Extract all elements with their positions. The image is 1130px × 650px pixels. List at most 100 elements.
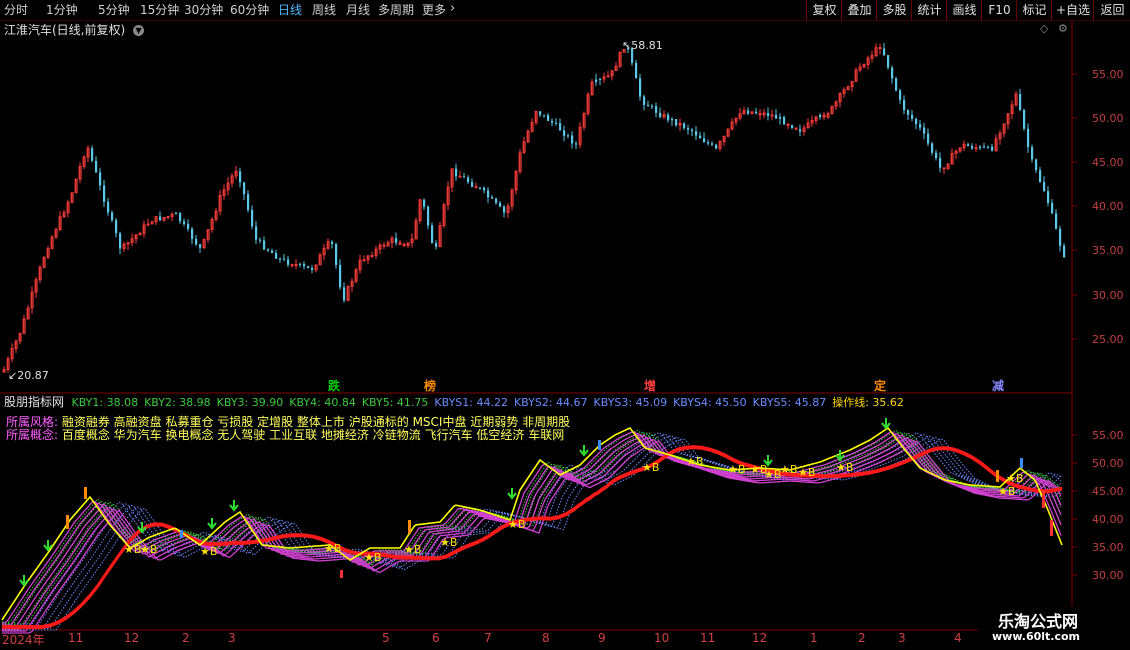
candle-body (95, 160, 98, 173)
x-tick: 11 (700, 631, 716, 645)
candle-body (107, 201, 110, 213)
candle-body (479, 187, 482, 189)
high-price-label: ↖58.81 (622, 39, 663, 52)
candle-body (747, 110, 750, 114)
indicator-header: 股朋指标网 KBY1: 38.08 KBY2: 38.98 KBY3: 39.90 K… (0, 394, 910, 410)
candle-body (711, 143, 714, 145)
y-tick: 55.00 (1092, 68, 1124, 81)
candle-body (271, 250, 274, 253)
candle-body (939, 158, 942, 168)
volume-bar (180, 530, 183, 538)
candle-body (695, 131, 698, 136)
candle-body (467, 177, 470, 183)
candle-body (395, 238, 398, 243)
candle-body (691, 129, 694, 132)
candle-body (659, 112, 662, 118)
buy-mark: ★B (798, 466, 816, 479)
candle-body (923, 127, 926, 134)
candle-body (287, 259, 290, 265)
candle-body (571, 135, 574, 144)
candle-body (703, 138, 706, 143)
candle-body (303, 263, 306, 267)
indicator-value: KBYS3: 45.09 (593, 396, 668, 409)
candle-body (311, 267, 314, 270)
y-tick: 35.00 (1092, 244, 1124, 257)
candle-body (567, 135, 570, 137)
indicator-y-tick: 45.00 (1092, 485, 1124, 498)
x-tick: 1 (810, 631, 818, 645)
candle-body (491, 197, 494, 199)
candle-body (119, 233, 122, 249)
candle-body (707, 142, 710, 144)
y-tick: 45.00 (1092, 156, 1124, 169)
candle-body (1023, 109, 1026, 129)
candle-body (699, 135, 702, 139)
site-watermark: 乐淘公式网 www.60lt.com (978, 606, 1130, 650)
candle-body (655, 106, 658, 113)
down-arrow-icon (881, 418, 891, 430)
candle-body (471, 182, 474, 187)
y-tick: 25.00 (1092, 333, 1124, 346)
candle-body (883, 48, 886, 56)
x-tick: 2 (858, 631, 866, 645)
candle-body (1035, 159, 1038, 171)
candle-body (431, 225, 434, 244)
candle-body (915, 118, 918, 125)
buy-mark: ★B (686, 455, 704, 468)
candle-body (551, 120, 554, 123)
candle-body (187, 223, 190, 229)
candle-body (1051, 202, 1054, 214)
x-tick: 2 (182, 631, 190, 645)
candle-body (339, 264, 342, 288)
down-arrow-icon (835, 450, 845, 462)
candle-body (495, 198, 498, 203)
indicator-value: KBYS1: 44.22 (434, 396, 508, 409)
indicator-y-tick: 55.00 (1092, 429, 1124, 442)
candle-body (1047, 191, 1050, 203)
watermark-url: www.60lt.com (992, 630, 1081, 643)
watermark-title: 乐淘公式网 (998, 612, 1079, 631)
down-arrow-icon (507, 488, 517, 500)
candle-body (819, 115, 822, 118)
indicator-lines (1, 418, 1063, 634)
candle-body (1031, 147, 1034, 160)
x-tick: 12 (124, 631, 140, 645)
volume-bar (84, 487, 87, 499)
kline-charts[interactable] (0, 0, 1130, 650)
buy-mark: ★B (764, 468, 782, 481)
signal-marker: 减 (992, 379, 1005, 393)
volume-bar (408, 520, 411, 534)
candle-body (503, 206, 506, 213)
candle-body (799, 129, 802, 132)
candle-body (183, 221, 186, 224)
candle-body (99, 172, 102, 186)
signal-marker: 榜 (424, 379, 437, 393)
indicator-value: KBY4: 40.84 (289, 396, 356, 409)
down-arrow-icon (207, 518, 217, 530)
candle-body (267, 249, 270, 251)
candle-body (279, 258, 282, 260)
candle-body (1059, 228, 1062, 246)
candle-body (635, 62, 638, 79)
concept-note: 所属概念: 百度概念 华为汽车 换电概念 无人驾驶 工业互联 地摊经济 冷链物流… (6, 428, 565, 442)
candle-body (343, 287, 346, 301)
candle-body (687, 128, 690, 130)
candle-body (487, 190, 490, 198)
candle-body (255, 226, 258, 240)
candle-body (423, 199, 426, 207)
indicator-name[interactable]: 股朋指标网 (4, 395, 64, 409)
candle-body (559, 123, 562, 131)
candle-body (979, 146, 982, 148)
candle-body (779, 117, 782, 119)
candle-body (175, 212, 178, 215)
indicator-value: 操作线: 35.62 (832, 396, 904, 409)
buy-mark: ★B (508, 518, 526, 531)
candle-body (599, 78, 602, 80)
candle-body (191, 228, 194, 239)
indicator-value: KBY3: 39.90 (216, 396, 284, 409)
candle-body (543, 114, 546, 116)
volume-bar (340, 570, 343, 578)
candle-body (259, 239, 262, 241)
indicator-y-tick: 30.00 (1092, 569, 1124, 582)
candle-body (991, 146, 994, 151)
